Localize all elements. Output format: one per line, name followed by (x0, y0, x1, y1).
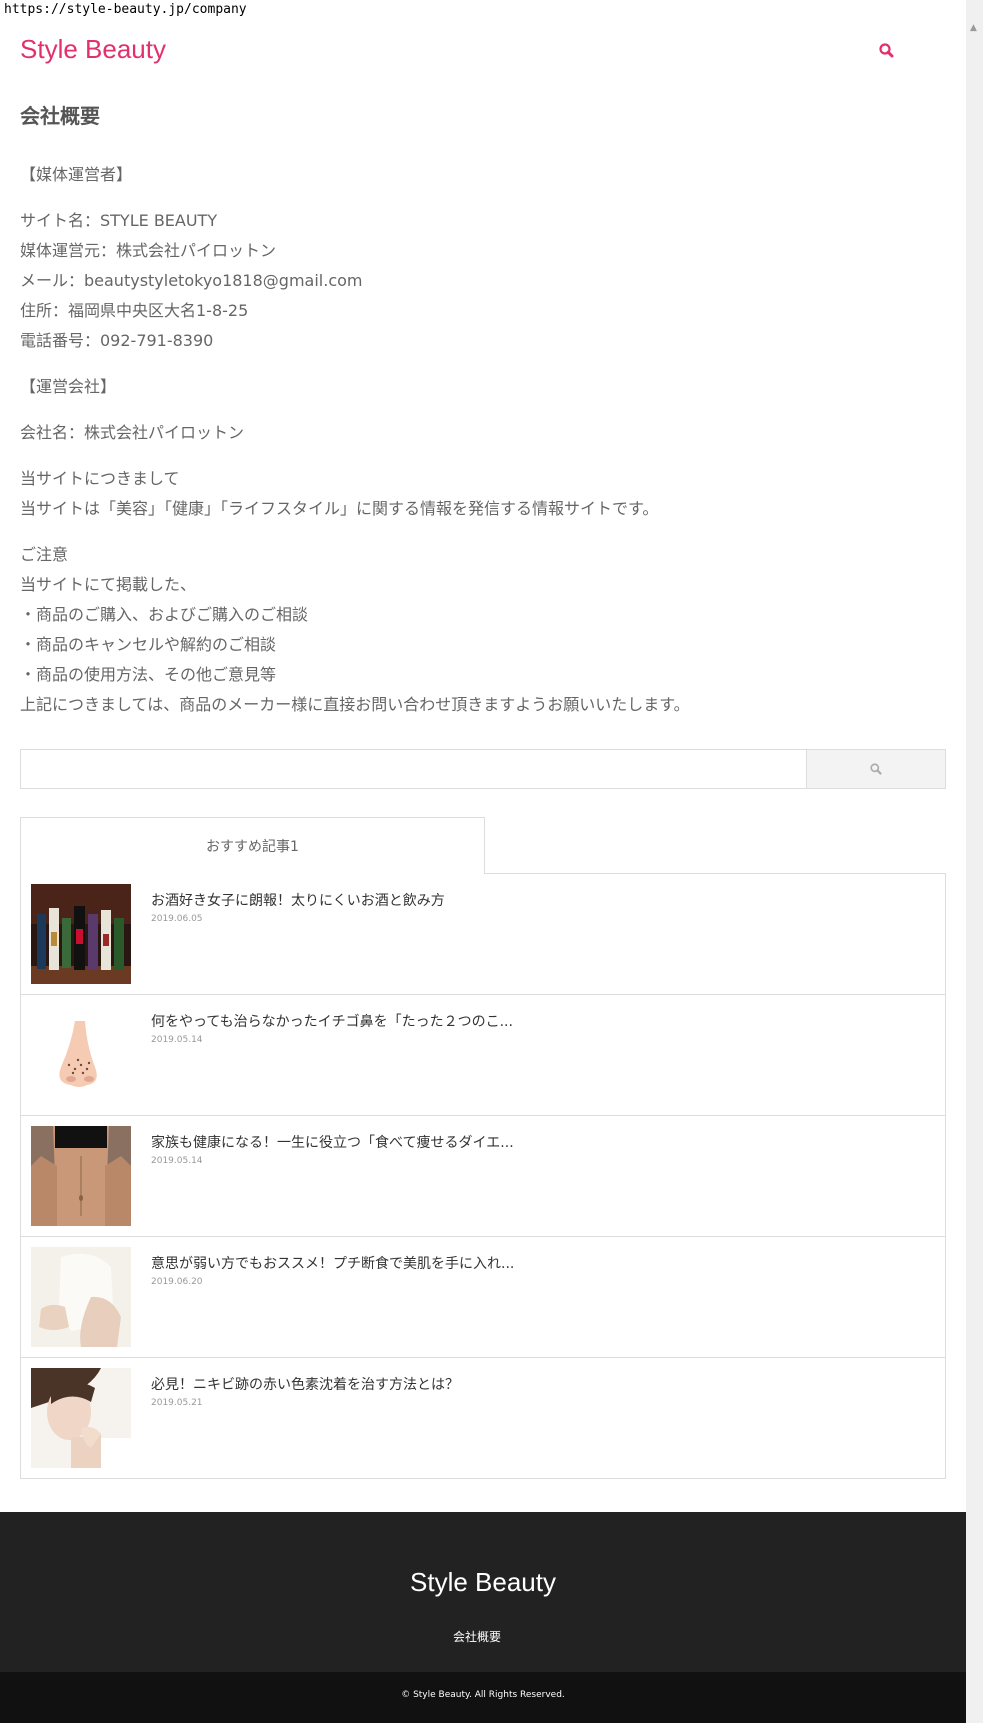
search-icon (870, 763, 882, 775)
article-title[interactable]: 意思が弱い方でもおススメ！プチ断食で美肌を手に入れ... (151, 1253, 514, 1273)
site-title[interactable]: Style Beauty (20, 34, 166, 65)
search-submit-button[interactable] (806, 750, 945, 788)
notice-item: ・商品の使用方法、その他ご意見等 (20, 665, 277, 684)
article-item[interactable]: 必見！ニキビ跡の赤い色素沈着を治す方法とは？ 2019.05.21 (21, 1358, 945, 1479)
article-date: 2019.06.20 (151, 1277, 203, 1287)
article-item[interactable]: 何をやっても治らなかったイチゴ鼻を「たった２つのこ... 2019.05.14 (21, 995, 945, 1116)
article-item[interactable]: お酒好き女子に朗報！太りにくいお酒と飲み方 2019.06.05 (21, 874, 945, 995)
article-title[interactable]: 必見！ニキビ跡の赤い色素沈着を治す方法とは？ (151, 1374, 459, 1394)
article-date: 2019.05.14 (151, 1035, 203, 1045)
media-operator-heading: 【媒体運営者】 (20, 165, 133, 184)
site-header: Style Beauty (20, 34, 946, 70)
scrollbar[interactable]: ▲ (966, 0, 983, 1723)
article-date: 2019.05.14 (151, 1156, 203, 1166)
phone: 電話番号：092-791-8390 (20, 331, 214, 350)
company-heading: 【運営会社】 (20, 377, 117, 396)
article-item[interactable]: 家族も健康になる！一生に役立つ「食べて痩せるダイエ... 2019.05.14 (21, 1116, 945, 1237)
footer-company-link[interactable]: 会社概要 (0, 1628, 954, 1645)
company-content: 【媒体運営者】 サイト名：STYLE BEAUTY 媒体運営元：株式会社パイロッ… (20, 160, 940, 736)
recommended-articles: お酒好き女子に朗報！太りにくいお酒と飲み方 2019.06.05 何をやっても治… (20, 873, 946, 1479)
page-title: 会社概要 (20, 104, 100, 128)
site-footer: Style Beauty 会社概要 (0, 1512, 966, 1672)
tab-recommended[interactable]: おすすめ記事1 (20, 817, 485, 874)
browser-url: https://style-beauty.jp/company (4, 2, 247, 17)
article-title[interactable]: お酒好き女子に朗報！太りにくいお酒と飲み方 (151, 890, 445, 910)
article-thumbnail[interactable] (31, 884, 131, 984)
address: 住所：福岡県中央区大名1-8-25 (20, 301, 249, 320)
search-input[interactable] (21, 750, 807, 788)
copyright: © Style Beauty. All Rights Reserved. (401, 1690, 565, 1700)
notice-item: ・商品のキャンセルや解約のご相談 (20, 635, 277, 654)
article-thumbnail[interactable] (31, 1005, 131, 1105)
about-text: 当サイトは「美容」「健康」「ライフスタイル」に関する情報を発信する情報サイトです… (20, 499, 659, 518)
operator: 媒体運営元：株式会社パイロットン (20, 241, 277, 260)
scroll-up-icon[interactable]: ▲ (970, 24, 977, 33)
company-name: 会社名：株式会社パイロットン (20, 423, 245, 442)
email: メール：beautystyletokyo1818@gmail.com (20, 271, 363, 290)
article-thumbnail[interactable] (31, 1247, 131, 1347)
article-title[interactable]: 何をやっても治らなかったイチゴ鼻を「たった２つのこ... (151, 1011, 513, 1031)
about-heading: 当サイトにつきまして (20, 469, 180, 488)
site-name: サイト名：STYLE BEAUTY (20, 211, 218, 230)
notice-outro: 上記につきましては、商品のメーカー様に直接お問い合わせ頂きますようお願いいたしま… (20, 695, 690, 714)
article-thumbnail[interactable] (31, 1126, 131, 1226)
article-thumbnail[interactable] (31, 1368, 131, 1468)
copyright-bar: © Style Beauty. All Rights Reserved. (0, 1672, 966, 1723)
article-date: 2019.05.21 (151, 1398, 203, 1408)
search-toggle-button[interactable] (876, 40, 898, 62)
notice-heading: ご注意 (20, 545, 69, 564)
notice-intro: 当サイトにて掲載した、 (20, 575, 197, 594)
article-title[interactable]: 家族も健康になる！一生に役立つ「食べて痩せるダイエ... (151, 1132, 514, 1152)
notice-item: ・商品のご購入、およびご購入のご相談 (20, 605, 309, 624)
article-item[interactable]: 意思が弱い方でもおススメ！プチ断食で美肌を手に入れ... 2019.06.20 (21, 1237, 945, 1358)
search-form (20, 749, 946, 789)
article-date: 2019.06.05 (151, 914, 203, 924)
search-icon (879, 43, 894, 58)
footer-site-title[interactable]: Style Beauty (0, 1567, 966, 1598)
